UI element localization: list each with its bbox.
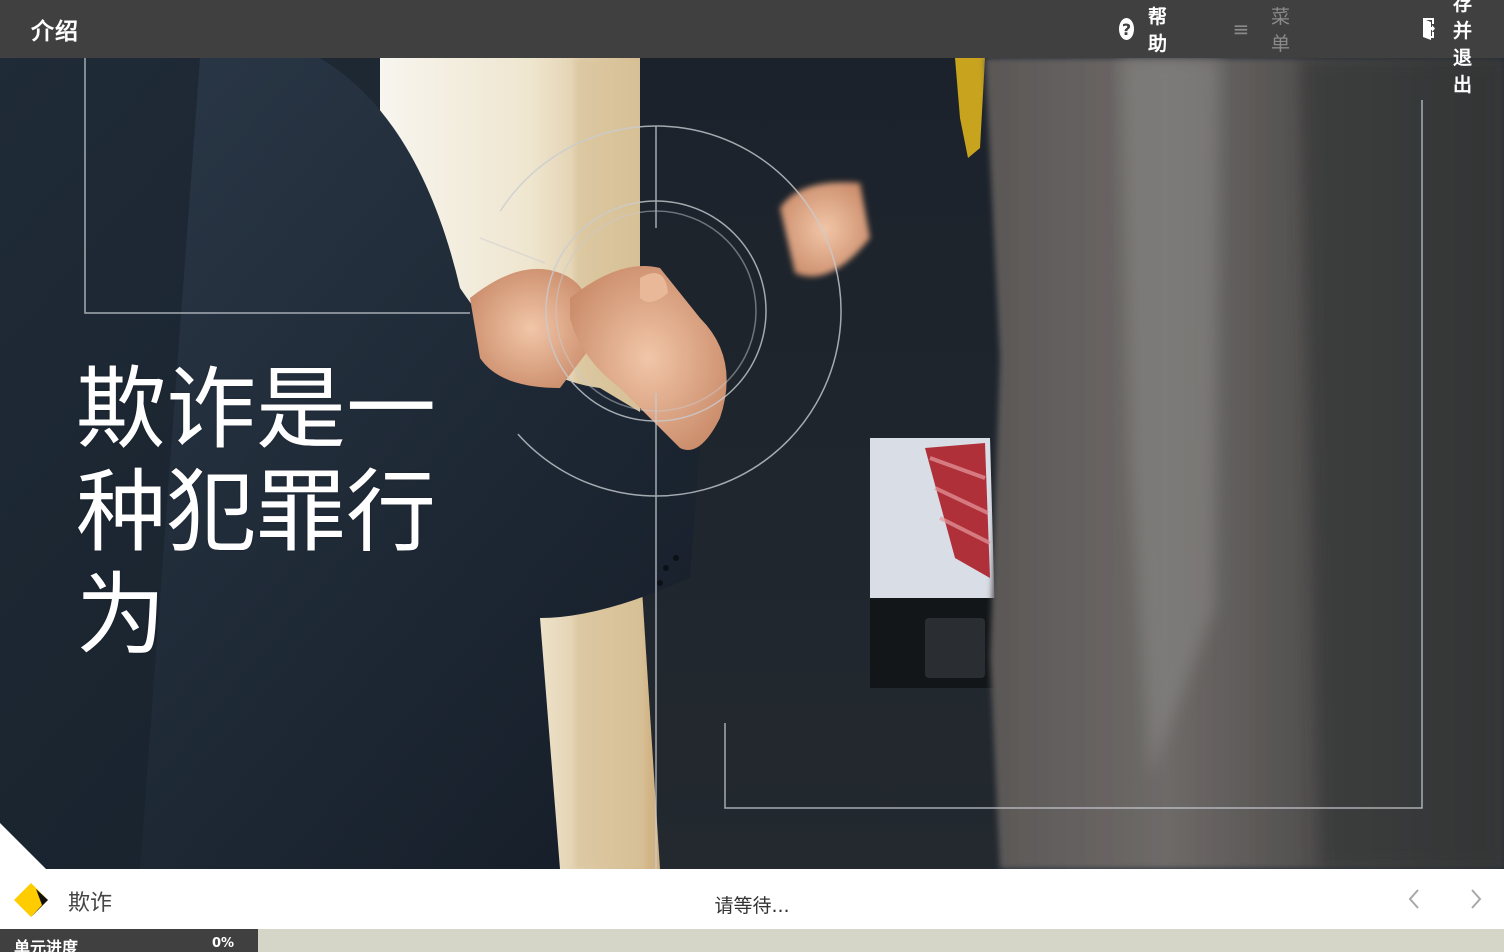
menu-label: 菜单 (1270, 6, 1290, 55)
progress-percent: 0% (212, 936, 235, 951)
headline-line: 为 (76, 563, 166, 668)
bottom-bar: 欺诈 请等待... (0, 869, 1504, 929)
exit-label: 保存并退出 (1452, 0, 1472, 96)
app-root: 介绍 ? 帮助 ≡ 菜单 保存并退出 (0, 0, 1504, 952)
next-button[interactable] (1461, 883, 1491, 915)
loading-status: 请等待... (714, 895, 790, 917)
progress-label-block: 单元进度 0% (0, 929, 258, 952)
question-circle-icon: ? (1118, 18, 1135, 40)
hero-headline: 欺诈是一 种犯罪行 为 (76, 358, 456, 667)
menu-button[interactable]: ≡ 菜单 (1233, 0, 1290, 58)
unit-progress-bar: 单元进度 0% (0, 929, 1504, 952)
hero-image-area: 欺诈是一 种犯罪行 为 (0, 58, 1504, 869)
page-title: 介绍 (31, 19, 79, 45)
save-and-exit-button[interactable]: 保存并退出 (1421, 0, 1472, 96)
help-button[interactable]: ? 帮助 (1118, 0, 1174, 58)
chevron-left-icon (1408, 889, 1419, 909)
previous-button[interactable] (1399, 883, 1429, 915)
help-label: 帮助 (1148, 6, 1168, 55)
hamburger-icon: ≡ (1232, 17, 1250, 41)
door-exit-icon (1421, 17, 1443, 41)
chevron-right-icon (1471, 889, 1482, 909)
top-bar: 介绍 ? 帮助 ≡ 菜单 保存并退出 (0, 0, 1504, 96)
headline-line: 种犯罪行 (76, 460, 436, 565)
corner-notch (0, 823, 46, 869)
progress-label: 单元进度 (14, 938, 79, 952)
headline-line: 欺诈是一 (76, 357, 436, 462)
